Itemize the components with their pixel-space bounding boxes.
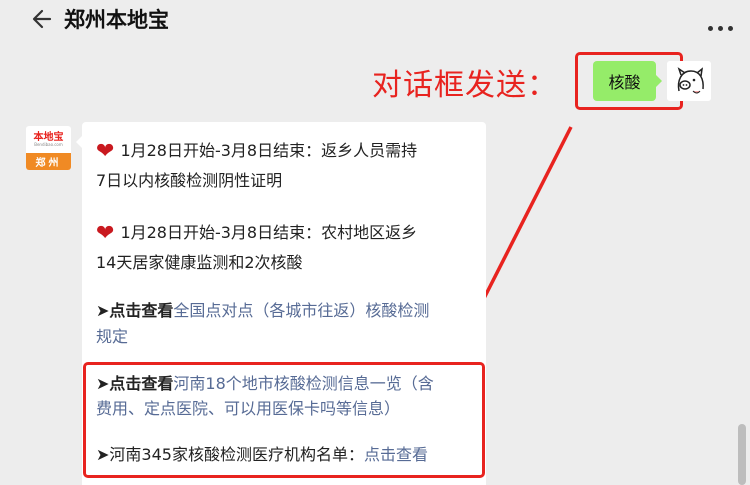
list-item: ❤ 1月28日开始-3月8日结束：返乡人员需持 [96, 136, 417, 167]
page-title: 郑州本地宝 [64, 8, 169, 32]
list-item-text: 1月28日开始-3月8日结束：返乡人员需持 [120, 141, 418, 160]
list-item: ➤点击查看全国点对点（各城市往返）核酸检测 [96, 296, 429, 326]
bot-avatar[interactable]: 本地宝 Bendibao.com 郑州 [26, 126, 71, 170]
more-dots-icon[interactable] [708, 16, 748, 32]
sent-message-bubble[interactable]: 核酸 [593, 61, 662, 101]
dot [718, 26, 723, 31]
heart-icon: ❤ [96, 139, 115, 164]
avatar-city-label: 郑州 [26, 153, 71, 170]
arrow-left-icon[interactable] [30, 6, 54, 32]
avatar-logo-url: Bendibao.com [34, 142, 63, 147]
dot [708, 26, 713, 31]
list-item: ❤ 1月28日开始-3月8日结束：农村地区返乡 [96, 218, 417, 249]
list-item-continuation: 14天居家健康监测和2次核酸 [96, 253, 303, 272]
heart-icon: ❤ [96, 221, 115, 246]
highlight-box-links [83, 362, 485, 478]
avatar-logo-text: 本地宝 [33, 132, 64, 143]
link-prefix: ➤点击查看 [96, 301, 174, 320]
link-text[interactable]: 规定 [96, 327, 128, 346]
sent-message-text: 核酸 [608, 73, 641, 92]
nationwide-rules-link[interactable]: 全国点对点（各城市往返）核酸检测 [173, 301, 429, 320]
list-item-text: 1月28日开始-3月8日结束：农村地区返乡 [120, 223, 418, 242]
nationwide-rules-link-continuation[interactable]: 规定 [96, 322, 128, 352]
instruction-annotation: 对话框发送： [372, 68, 558, 103]
scrollbar[interactable] [738, 424, 746, 485]
chat-header: 郑州本地宝 [0, 0, 750, 44]
pig-icon [667, 61, 711, 101]
list-item-continuation: 7日以内核酸检测阴性证明 [96, 171, 283, 190]
dot [728, 26, 733, 31]
user-avatar[interactable] [667, 61, 711, 101]
